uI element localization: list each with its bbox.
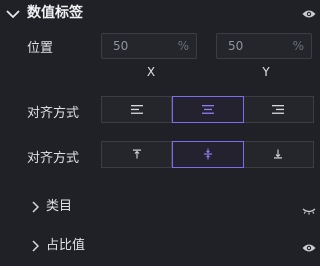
chevron-right-icon[interactable] <box>31 237 40 252</box>
group-category-label: 类目 <box>46 199 73 214</box>
group-ratio-header[interactable]: 占比值 <box>0 233 320 253</box>
align-left-icon <box>130 100 144 119</box>
align-horizontal-label: 对齐方式 <box>27 106 80 121</box>
group-ratio-label: 占比值 <box>46 238 86 253</box>
position-x-value[interactable]: 50 <box>113 39 128 53</box>
position-label: 位置 <box>27 41 54 56</box>
align-center-button[interactable] <box>172 96 244 123</box>
align-center-icon <box>201 100 215 119</box>
position-y-input[interactable]: 50 % <box>216 33 312 59</box>
chevron-right-icon[interactable] <box>31 198 40 213</box>
section-header-value-label[interactable]: 数值标签 <box>0 0 320 24</box>
align-vertical-label: 对齐方式 <box>27 151 80 166</box>
align-left-button[interactable] <box>102 97 173 122</box>
eye-icon[interactable] <box>302 243 316 253</box>
position-x-input[interactable]: 50 % <box>101 33 197 59</box>
position-x-unit: % <box>177 39 189 53</box>
align-right-button[interactable] <box>244 97 313 122</box>
align-vertical-group <box>101 141 314 168</box>
eye-closed-icon[interactable] <box>302 207 316 217</box>
align-top-button[interactable] <box>102 142 173 167</box>
align-middle-button[interactable] <box>172 141 244 168</box>
align-middle-icon <box>202 145 214 164</box>
align-horizontal-group <box>101 96 314 123</box>
axis-x-label: X <box>146 65 156 79</box>
chevron-down-icon[interactable] <box>6 5 20 19</box>
position-y-value[interactable]: 50 <box>228 39 243 53</box>
align-bottom-button[interactable] <box>244 142 313 167</box>
section-title: 数值标签 <box>27 5 83 21</box>
align-top-icon <box>131 145 143 164</box>
align-bottom-icon <box>272 145 284 164</box>
align-right-icon <box>271 100 285 119</box>
eye-icon[interactable] <box>302 9 316 19</box>
position-y-unit: % <box>292 39 304 53</box>
axis-y-label: Y <box>262 65 270 79</box>
group-category-header[interactable]: 类目 <box>0 194 320 217</box>
